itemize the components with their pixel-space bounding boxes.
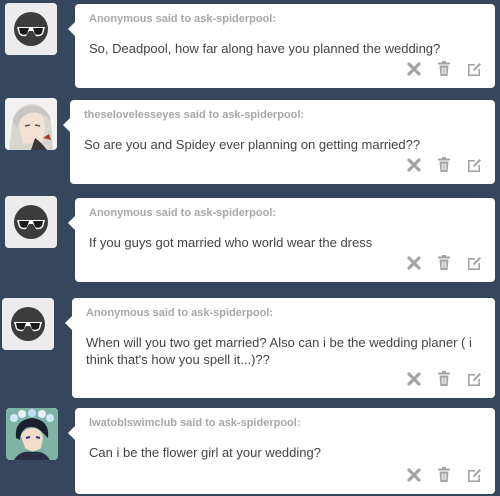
avatar[interactable] [6,408,58,460]
asker-name[interactable]: Anonymous said to ask-spiderpool: [89,13,276,25]
x-icon[interactable] [405,254,423,272]
edit-icon[interactable] [465,254,483,272]
ask-card: theselovelesseyes said to ask-spiderpool… [63,100,495,184]
ask-post: lwatoblswimclub said to ask-spiderpool: … [0,404,500,496]
post-actions [405,60,483,78]
asker-name[interactable]: Anonymous said to ask-spiderpool: [89,207,276,219]
avatar[interactable] [5,196,57,248]
question-text: So are you and Spidey ever planning on g… [84,137,421,152]
ask-card: lwatoblswimclub said to ask-spiderpool: … [68,408,495,494]
post-actions [405,370,483,388]
ask-card: Anonymous said to ask-spiderpool: If you… [68,198,495,282]
x-icon[interactable] [405,60,423,78]
ask-card: Anonymous said to ask-spiderpool: So, De… [68,4,495,88]
avatar[interactable] [5,3,57,55]
ask-post: theselovelesseyes said to ask-spiderpool… [0,96,500,186]
question-text: Can i be the flower girl at your wedding… [89,445,321,460]
post-actions [405,254,483,272]
question-text: If you guys got married who world wear t… [89,235,373,250]
anime-boy-flowers-avatar [6,408,58,460]
trash-icon[interactable] [435,370,453,388]
avatar[interactable] [2,298,54,350]
x-icon[interactable] [405,156,423,174]
anime-character-avatar [5,98,57,150]
question-text: When will you two get married? Also can … [86,335,472,367]
ask-post: Anonymous said to ask-spiderpool: When w… [0,294,500,400]
x-icon[interactable] [405,466,423,484]
post-actions [405,466,483,484]
avatar[interactable] [5,98,57,150]
edit-icon[interactable] [465,370,483,388]
asker-name[interactable]: theselovelesseyes said to ask-spiderpool… [84,109,304,121]
asker-name[interactable]: Anonymous said to ask-spiderpool: [86,307,273,319]
trash-icon[interactable] [435,60,453,78]
trash-icon[interactable] [435,156,453,174]
question-text: So, Deadpool, how far along have you pla… [89,41,441,56]
edit-icon[interactable] [465,466,483,484]
ask-post: Anonymous said to ask-spiderpool: If you… [0,194,500,284]
anon-sunglasses-icon [5,3,57,55]
edit-icon[interactable] [465,60,483,78]
trash-icon[interactable] [435,254,453,272]
post-actions [405,156,483,174]
asker-name[interactable]: lwatoblswimclub said to ask-spiderpool: [89,417,300,429]
ask-post: Anonymous said to ask-spiderpool: So, De… [0,0,500,88]
anon-sunglasses-icon [5,196,57,248]
edit-icon[interactable] [465,156,483,174]
trash-icon[interactable] [435,466,453,484]
ask-card: Anonymous said to ask-spiderpool: When w… [65,298,495,398]
anon-sunglasses-icon [2,298,54,350]
x-icon[interactable] [405,370,423,388]
